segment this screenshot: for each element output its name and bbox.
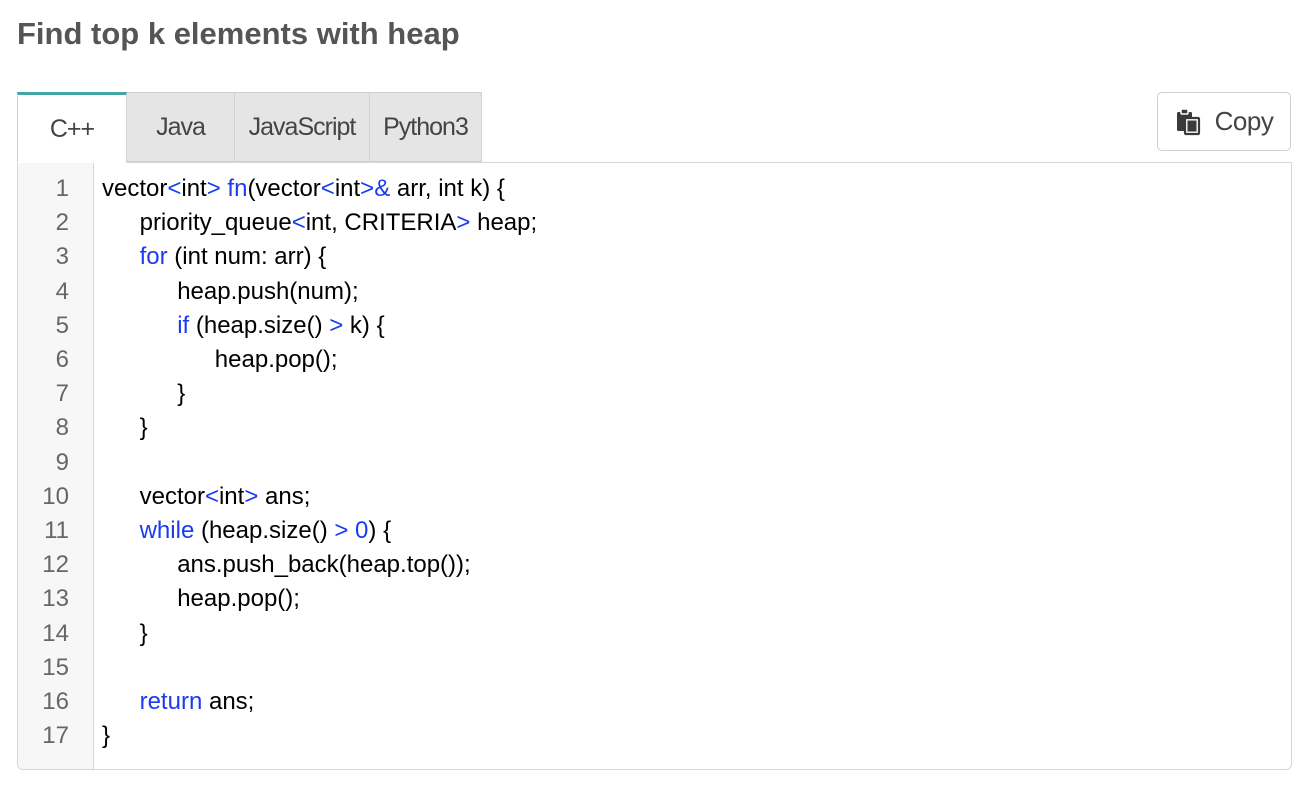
code-line: heap.pop(); xyxy=(214,346,338,373)
line-number-gutter: 1 2 3 4 5 6 7 8 9 10 11 12 13 14 15 16 17 xyxy=(18,163,94,769)
code-line: } xyxy=(139,619,148,647)
line-number: 11 xyxy=(44,517,69,544)
code-line: } xyxy=(139,414,148,442)
code-line: while (heap.size() > 0) { xyxy=(139,517,392,544)
code-line: return ans; xyxy=(139,688,255,715)
line-number: 5 xyxy=(55,311,69,339)
line-number: 9 xyxy=(55,448,69,476)
line-number: 14 xyxy=(42,619,69,647)
line-number: 12 xyxy=(42,551,69,579)
line-number: 17 xyxy=(42,722,69,750)
page-title: Find top k elements with heap xyxy=(17,16,460,51)
tab-javascript[interactable]: JavaScript xyxy=(235,92,370,162)
line-number: 13 xyxy=(42,585,69,613)
code-line: vector<int> fn(vector<int>& arr, int k) … xyxy=(102,175,505,202)
copy-label: Copy xyxy=(1214,106,1274,136)
line-number: 1 xyxy=(55,175,69,202)
tab-python3[interactable]: Python3 xyxy=(370,92,482,162)
copy-button[interactable]: Copy xyxy=(1157,92,1291,151)
code-line: } xyxy=(177,380,186,408)
code-line: if (heap.size() > k) { xyxy=(177,311,385,339)
line-number: 8 xyxy=(55,414,69,442)
line-number: 15 xyxy=(42,653,69,681)
line-number: 6 xyxy=(55,346,69,373)
code-line: vector<int> ans; xyxy=(139,482,311,510)
language-tabs: C++ Java JavaScript Python3 xyxy=(17,92,482,163)
code-line: heap.pop(); xyxy=(177,585,300,613)
code-line: ans.push_back(heap.top()); xyxy=(177,551,471,579)
code-line: heap.push(num); xyxy=(177,277,359,305)
clipboard-icon xyxy=(1175,107,1203,136)
line-number: 7 xyxy=(55,380,69,408)
line-number: 4 xyxy=(55,277,69,305)
tab-java[interactable]: Java xyxy=(127,92,235,162)
line-number: 16 xyxy=(42,688,69,715)
tab-cpp[interactable]: C++ xyxy=(17,92,127,163)
line-number: 2 xyxy=(55,209,69,237)
code-line: priority_queue<int, CRITERIA> heap; xyxy=(139,209,538,237)
code-line: for (int num: arr) { xyxy=(139,243,327,271)
line-number: 10 xyxy=(42,482,69,510)
line-number: 3 xyxy=(55,243,69,271)
code-line: } xyxy=(102,722,111,750)
code-editor[interactable]: 1 2 3 4 5 6 7 8 9 10 11 12 13 14 15 16 17 vector<int> fn… xyxy=(17,162,1292,770)
